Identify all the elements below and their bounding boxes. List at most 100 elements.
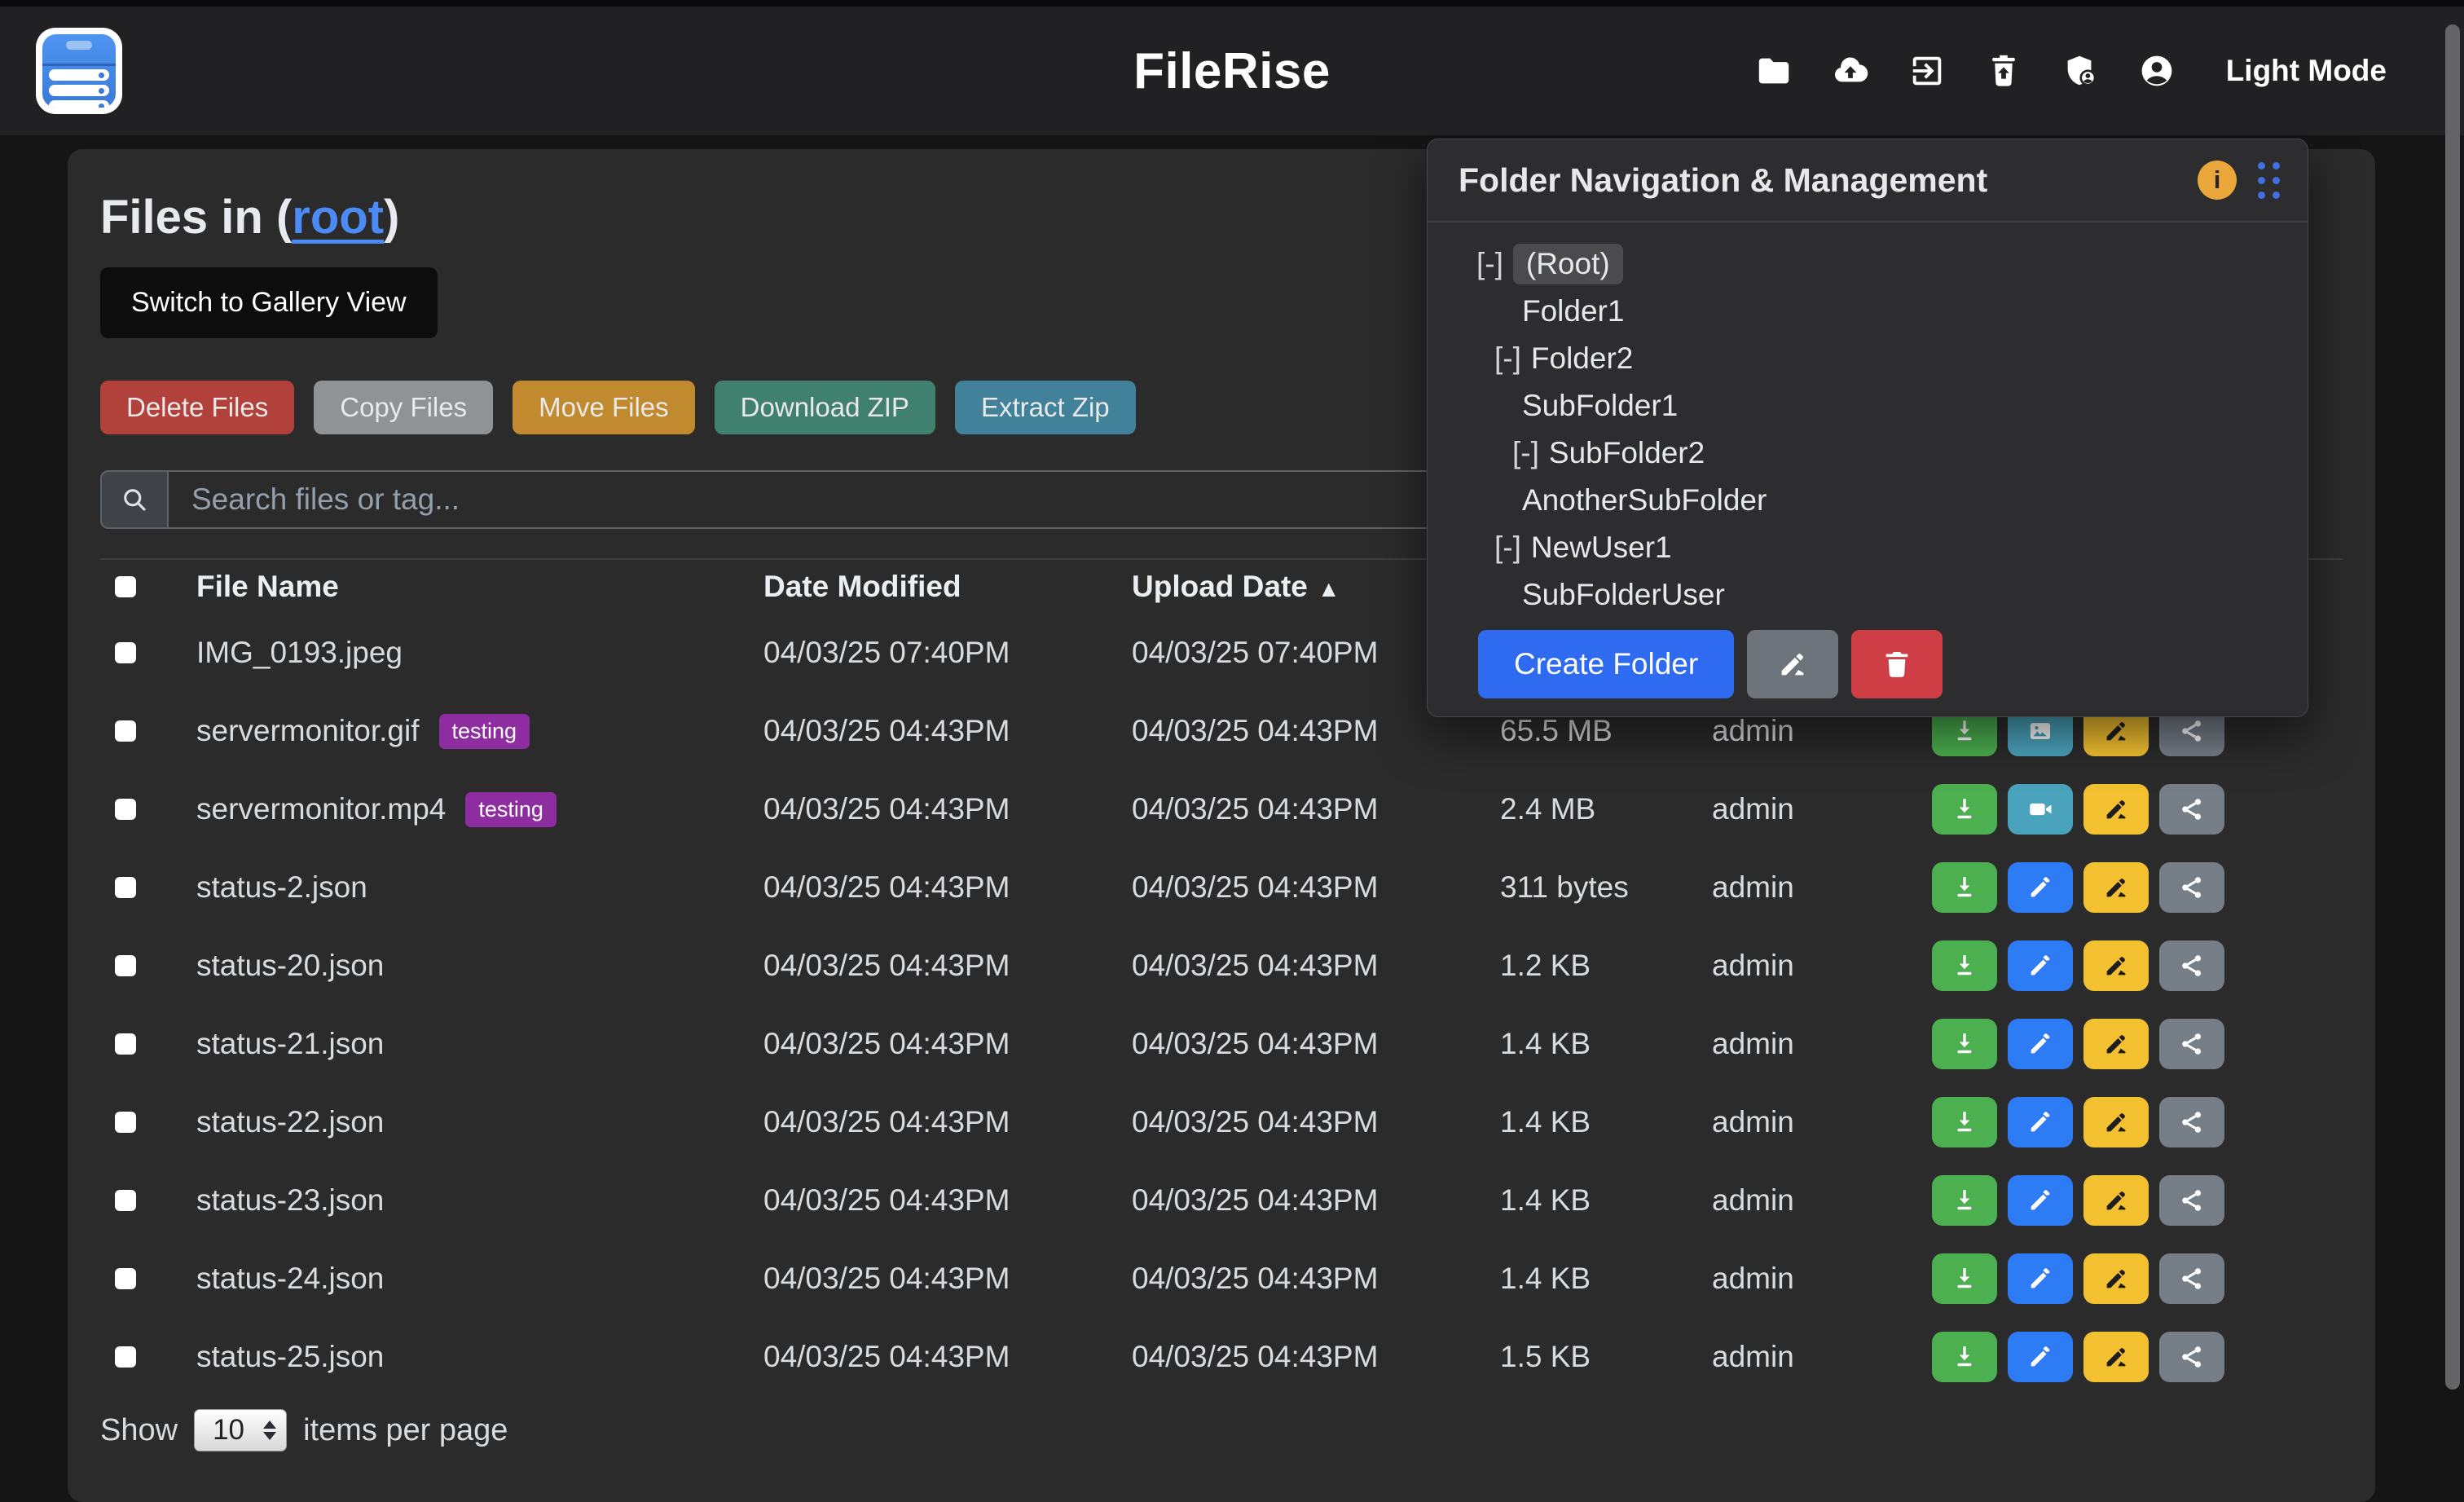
extract-zip-button[interactable]: Extract Zip bbox=[955, 381, 1136, 434]
file-name[interactable]: status-20.json bbox=[196, 949, 384, 983]
row-checkbox[interactable] bbox=[115, 642, 136, 663]
sort-ascending-icon: ▲ bbox=[1318, 576, 1340, 601]
table-row: status-21.json 04/03/25 04:43PM 04/03/25… bbox=[100, 1005, 2343, 1083]
download-button[interactable] bbox=[1932, 784, 1997, 835]
share-button[interactable] bbox=[2159, 1332, 2224, 1382]
tree-item-subfolderuser[interactable]: SubFolderUser bbox=[1476, 571, 2275, 619]
uploader: admin bbox=[1712, 1183, 1932, 1218]
download-button[interactable] bbox=[1932, 1253, 1997, 1304]
file-size: 65.5 MB bbox=[1500, 714, 1712, 748]
edit-file-button[interactable] bbox=[2008, 1097, 2073, 1147]
tag-button[interactable] bbox=[2083, 1332, 2149, 1382]
tag-button[interactable] bbox=[2083, 1019, 2149, 1069]
select-all-checkbox[interactable] bbox=[115, 576, 136, 597]
collapse-toggle[interactable]: [-] bbox=[1476, 247, 1503, 281]
collapse-toggle[interactable]: [-] bbox=[1512, 436, 1539, 470]
file-name[interactable]: status-21.json bbox=[196, 1027, 384, 1061]
row-checkbox[interactable] bbox=[115, 1112, 136, 1133]
share-button[interactable] bbox=[2159, 1019, 2224, 1069]
row-checkbox[interactable] bbox=[115, 1033, 136, 1055]
edit-file-button[interactable] bbox=[2008, 1175, 2073, 1226]
file-name[interactable]: status-23.json bbox=[196, 1183, 384, 1218]
share-button[interactable] bbox=[2159, 784, 2224, 835]
account-icon[interactable] bbox=[2136, 51, 2177, 91]
file-name[interactable]: status-24.json bbox=[196, 1262, 384, 1296]
file-name[interactable]: status-25.json bbox=[196, 1340, 384, 1374]
items-per-page-select[interactable]: 10 bbox=[194, 1409, 287, 1451]
share-button[interactable] bbox=[2159, 1175, 2224, 1226]
collapse-toggle[interactable]: [-] bbox=[1494, 341, 1521, 376]
file-name[interactable]: status-2.json bbox=[196, 870, 367, 905]
row-checkbox[interactable] bbox=[115, 720, 136, 742]
tree-item-root[interactable]: [-](Root) bbox=[1476, 240, 2275, 288]
tag-button[interactable] bbox=[2083, 940, 2149, 991]
tag-button[interactable] bbox=[2083, 1097, 2149, 1147]
tree-item-anothersubfolder[interactable]: AnotherSubFolder bbox=[1476, 477, 2275, 524]
restore-trash-icon[interactable] bbox=[1983, 51, 2024, 91]
tree-item-newuser1[interactable]: [-]NewUser1 bbox=[1476, 524, 2275, 571]
page-scrollbar[interactable] bbox=[2445, 24, 2460, 1390]
file-name[interactable]: IMG_0193.jpeg bbox=[196, 636, 403, 670]
download-button[interactable] bbox=[1932, 1019, 1997, 1069]
download-button[interactable] bbox=[1932, 862, 1997, 913]
info-icon[interactable]: i bbox=[2198, 161, 2237, 200]
root-folder-link[interactable]: root bbox=[292, 191, 384, 244]
collapse-toggle[interactable]: [-] bbox=[1494, 531, 1521, 565]
folder-icon[interactable] bbox=[1753, 51, 1794, 91]
tree-item-folder1[interactable]: Folder1 bbox=[1476, 288, 2275, 335]
search-icon[interactable] bbox=[100, 470, 167, 529]
share-button[interactable] bbox=[2159, 1097, 2224, 1147]
upload-date: 04/03/25 04:43PM bbox=[1132, 1105, 1500, 1139]
download-button[interactable] bbox=[1932, 1097, 1997, 1147]
rename-folder-button[interactable] bbox=[1747, 630, 1838, 698]
share-button[interactable] bbox=[2159, 940, 2224, 991]
filerise-logo[interactable] bbox=[36, 28, 122, 114]
file-name[interactable]: status-22.json bbox=[196, 1105, 384, 1139]
edit-file-button[interactable] bbox=[2008, 1253, 2073, 1304]
download-button[interactable] bbox=[1932, 940, 1997, 991]
folder-panel-title: Folder Navigation & Management bbox=[1459, 161, 1987, 200]
preview-video-button[interactable] bbox=[2008, 784, 2073, 835]
row-checkbox[interactable] bbox=[115, 1346, 136, 1368]
share-button[interactable] bbox=[2159, 862, 2224, 913]
row-checkbox[interactable] bbox=[115, 1190, 136, 1211]
delete-folder-button[interactable] bbox=[1851, 630, 1943, 698]
tree-item-subfolder1[interactable]: SubFolder1 bbox=[1476, 382, 2275, 429]
copy-files-button[interactable]: Copy Files bbox=[314, 381, 493, 434]
file-name[interactable]: servermonitor.gif bbox=[196, 714, 420, 748]
file-name[interactable]: servermonitor.mp4 bbox=[196, 792, 446, 826]
shield-user-icon[interactable] bbox=[2060, 51, 2101, 91]
create-folder-button[interactable]: Create Folder bbox=[1478, 630, 1734, 698]
uploader: admin bbox=[1712, 1340, 1932, 1374]
tree-item-subfolder2[interactable]: [-]SubFolder2 bbox=[1476, 429, 2275, 477]
share-button[interactable] bbox=[2159, 1253, 2224, 1304]
edit-file-button[interactable] bbox=[2008, 862, 2073, 913]
tag-button[interactable] bbox=[2083, 1253, 2149, 1304]
edit-file-button[interactable] bbox=[2008, 940, 2073, 991]
delete-files-button[interactable]: Delete Files bbox=[100, 381, 294, 434]
row-checkbox[interactable] bbox=[115, 955, 136, 976]
date-modified: 04/03/25 04:43PM bbox=[763, 1027, 1132, 1061]
download-button[interactable] bbox=[1932, 1175, 1997, 1226]
edit-file-button[interactable] bbox=[2008, 1019, 2073, 1069]
cloud-upload-icon[interactable] bbox=[1830, 51, 1871, 91]
tree-item-folder2[interactable]: [-]Folder2 bbox=[1476, 335, 2275, 382]
download-zip-button[interactable]: Download ZIP bbox=[715, 381, 935, 434]
column-header-name[interactable]: File Name bbox=[196, 570, 763, 604]
exit-icon[interactable] bbox=[1907, 51, 1947, 91]
move-files-button[interactable]: Move Files bbox=[513, 381, 695, 434]
tag-button[interactable] bbox=[2083, 784, 2149, 835]
tag-button[interactable] bbox=[2083, 1175, 2149, 1226]
switch-gallery-view-button[interactable]: Switch to Gallery View bbox=[100, 267, 438, 338]
drag-handle-icon[interactable] bbox=[2258, 162, 2280, 199]
column-header-modified[interactable]: Date Modified bbox=[763, 570, 1132, 604]
row-checkbox[interactable] bbox=[115, 1268, 136, 1289]
date-modified: 04/03/25 07:40PM bbox=[763, 636, 1132, 670]
items-per-page-label: items per page bbox=[303, 1413, 508, 1448]
theme-toggle[interactable]: Light Mode bbox=[2226, 54, 2387, 88]
row-checkbox[interactable] bbox=[115, 877, 136, 898]
row-checkbox[interactable] bbox=[115, 799, 136, 820]
download-button[interactable] bbox=[1932, 1332, 1997, 1382]
tag-button[interactable] bbox=[2083, 862, 2149, 913]
edit-file-button[interactable] bbox=[2008, 1332, 2073, 1382]
